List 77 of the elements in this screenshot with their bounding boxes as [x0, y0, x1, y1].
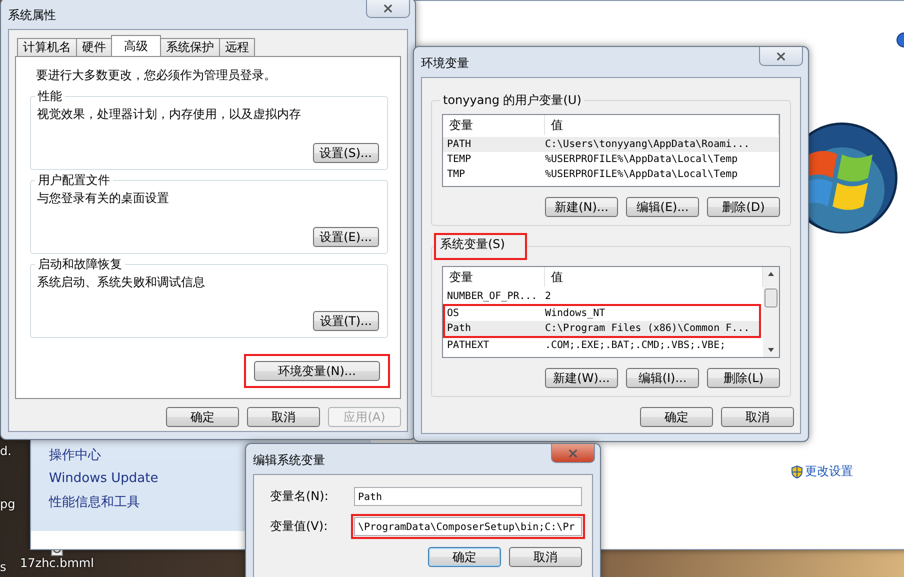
- list-action-button[interactable]: 删除(D): [707, 197, 780, 217]
- dialog-button[interactable]: 取消: [247, 407, 320, 427]
- variable-name: Path: [447, 323, 472, 334]
- window-title: 编辑系统变量: [253, 452, 325, 469]
- input-field[interactable]: \ProgramData\ComposerSetup\bin;C:\Pr: [354, 517, 582, 536]
- window-title: 系统属性: [8, 7, 56, 24]
- shield-icon: [791, 464, 803, 478]
- settings-button[interactable]: 设置(T)...: [312, 311, 379, 331]
- environment-variables-button[interactable]: 环境变量(N)...: [254, 361, 380, 381]
- dialog-button[interactable]: 确定: [166, 407, 239, 427]
- variable-value: C:\Users\tonyyang\AppData\Roami...: [545, 139, 751, 150]
- sidebar-link[interactable]: Windows Update: [49, 471, 158, 486]
- variable-name: TMP: [447, 169, 466, 180]
- variable-value: Windows_NT: [545, 308, 606, 319]
- tab[interactable]: 高级: [111, 35, 161, 56]
- close-button[interactable]: [366, 0, 410, 18]
- list-action-button[interactable]: 编辑(I)...: [626, 368, 699, 388]
- group-title: 系统变量(S): [440, 237, 505, 252]
- close-icon: [568, 448, 578, 458]
- column-header[interactable]: 值: [545, 115, 779, 135]
- list-row[interactable]: Path C:\Program Files (x86)\Common F...: [445, 321, 759, 336]
- list-row[interactable]: NUMBER_OF_PR... 2: [443, 289, 763, 304]
- variable-value: C:\Program Files (x86)\Common F...: [545, 323, 751, 334]
- notice-text: 要进行大多数更改，您必须作为管理员登录。: [36, 67, 277, 84]
- list-row[interactable]: TEMP %USERPROFILE%\AppData\Local\Temp: [443, 152, 779, 167]
- close-icon: [383, 4, 393, 12]
- window-title: 环境变量: [421, 55, 469, 72]
- close-button[interactable]: [759, 47, 803, 66]
- group-description: 与您登录有关的桌面设置: [37, 190, 170, 207]
- settings-button[interactable]: 设置(S)...: [312, 143, 379, 163]
- tab[interactable]: 远程: [219, 38, 255, 56]
- list-row[interactable]: PATHEXT .COM;.EXE;.BAT;.CMD;.VBS;.VBE;: [443, 338, 763, 353]
- icon-label[interactable]: 17zhc.bmml: [20, 556, 94, 570]
- dialog-button[interactable]: 取消: [721, 407, 794, 427]
- variable-value: .COM;.EXE;.BAT;.CMD;.VBS;.VBE;: [545, 340, 727, 351]
- icon-label[interactable]: s: [0, 560, 6, 574]
- dialog-button[interactable]: 取消: [509, 547, 582, 567]
- group-description: 系统启动、系统失败和调试信息: [37, 274, 206, 291]
- dialog-button[interactable]: 确定: [640, 407, 713, 427]
- icon-label[interactable]: pg: [0, 497, 16, 511]
- list-action-button[interactable]: 编辑(E)...: [626, 197, 699, 217]
- variable-name: NUMBER_OF_PR...: [447, 291, 538, 302]
- group-title: tonyyang 的用户变量(U): [440, 93, 584, 108]
- variable-value: %USERPROFILE%\AppData\Local\Temp: [545, 169, 739, 180]
- group-title: 性能: [35, 89, 65, 104]
- icon-label[interactable]: d.: [0, 444, 12, 458]
- settings-button[interactable]: 设置(E)...: [312, 227, 379, 247]
- variable-name: PATHEXT: [447, 340, 490, 351]
- list-row[interactable]: PATH C:\Users\tonyyang\AppData\Roami...: [443, 137, 779, 152]
- sidebar-link[interactable]: 性能信息和工具: [49, 493, 140, 511]
- link-text[interactable]: 更改设置: [805, 463, 853, 480]
- variable-name: PATH: [447, 139, 472, 150]
- change-settings-link[interactable]: 更改设置: [791, 463, 853, 480]
- list-action-button[interactable]: 新建(N)...: [545, 197, 618, 217]
- list-row[interactable]: TMP %USERPROFILE%\AppData\Local\Temp: [443, 167, 779, 182]
- list-action-button[interactable]: 新建(W)...: [545, 368, 618, 388]
- group-description: 视觉效果，处理器计划，内存使用，以及虚拟内存: [37, 106, 302, 123]
- variable-value: 2: [545, 291, 552, 302]
- field-label: 变量名(N):: [270, 488, 328, 505]
- column-header[interactable]: 变量: [443, 267, 545, 287]
- dialog-button[interactable]: 确定: [428, 547, 501, 567]
- sidebar-link[interactable]: 操作中心: [49, 446, 101, 464]
- close-icon: [776, 52, 786, 60]
- list-action-button[interactable]: 删除(L): [707, 368, 780, 388]
- input-field[interactable]: Path: [354, 487, 582, 506]
- close-button[interactable]: [551, 444, 595, 463]
- group-title: 启动和故障恢复: [35, 257, 125, 272]
- column-header[interactable]: 变量: [443, 115, 545, 135]
- tab[interactable]: 系统保护: [160, 38, 220, 56]
- tab[interactable]: 计算机名: [17, 38, 77, 56]
- variable-name: OS: [447, 308, 460, 319]
- tab[interactable]: 硬件: [76, 38, 112, 56]
- field-label: 变量值(V):: [270, 518, 328, 535]
- variable-name: TEMP: [447, 154, 472, 165]
- list-row[interactable]: OS Windows_NT: [445, 306, 759, 321]
- group-title: 用户配置文件: [35, 173, 113, 188]
- variable-value: %USERPROFILE%\AppData\Local\Temp: [545, 154, 739, 165]
